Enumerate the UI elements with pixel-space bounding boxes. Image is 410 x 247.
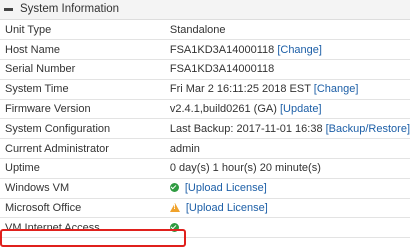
uptime-value: 0 day(s) 1 hour(s) 20 minute(s): [169, 162, 321, 175]
row-value: FSA1KD3A14000118 [Change]: [166, 39, 410, 61]
change-host-name-link[interactable]: [Change]: [277, 44, 322, 56]
panel-header: System Information: [0, 0, 410, 20]
table-row-firmware-version: Firmware Version v2.4.1,build0261 (GA) […: [0, 99, 410, 120]
firmware-version-value: v2.4.1,build0261 (GA): [169, 103, 277, 116]
collapse-icon[interactable]: [4, 5, 13, 14]
row-value: [Upload License]: [166, 198, 410, 219]
upload-license-link-windows-vm[interactable]: [Upload License]: [185, 182, 267, 194]
row-label: Uptime: [0, 158, 167, 179]
serial-number-value: FSA1KD3A14000118: [169, 63, 275, 76]
row-value: Standalone: [166, 20, 410, 41]
row-label: Unit Type: [0, 20, 167, 41]
row-label: System Time: [0, 79, 167, 100]
row-label: VM Internet Access: [0, 217, 167, 239]
unit-type-value: Standalone: [169, 23, 226, 36]
table-row-system-configuration: System Configuration Last Backup: 2017-1…: [0, 118, 410, 140]
row-label: Serial Number: [0, 59, 167, 80]
panel-title: System Information: [20, 3, 120, 15]
table-row-uptime: Uptime 0 day(s) 1 hour(s) 20 minute(s): [0, 158, 410, 179]
table-row-current-administrator: Current Administrator admin: [0, 138, 410, 160]
table-row-system-time: System Time Fri Mar 2 16:11:25 2018 EST …: [0, 79, 410, 100]
change-system-time-link[interactable]: [Change]: [314, 83, 359, 95]
row-value: admin: [166, 138, 410, 160]
table-row-host-name: Host Name FSA1KD3A14000118 [Change]: [0, 39, 410, 61]
table-row-vm-internet-access: VM Internet Access: [0, 217, 410, 239]
system-configuration-value: Last Backup: 2017-11-01 16:38: [169, 122, 323, 135]
table-row-serial-number: Serial Number FSA1KD3A14000118: [0, 59, 410, 80]
row-value: [Upload License]: [166, 178, 410, 199]
backup-restore-link[interactable]: [Backup/Restore]: [326, 123, 410, 135]
update-firmware-link[interactable]: [Update]: [280, 103, 322, 115]
upload-license-link-microsoft-office[interactable]: [Upload License]: [186, 202, 268, 214]
row-value: v2.4.1,build0261 (GA) [Update]: [166, 99, 410, 120]
row-value: FSA1KD3A14000118: [166, 59, 410, 80]
row-value: [166, 217, 410, 239]
row-label: Firmware Version: [0, 99, 167, 120]
row-value: Last Backup: 2017-11-01 16:38 [Backup/Re…: [166, 118, 410, 140]
current-administrator-value: admin: [169, 142, 200, 155]
host-name-value: FSA1KD3A14000118: [169, 43, 275, 56]
check-circle-icon: [169, 222, 179, 232]
row-label: Host Name: [0, 39, 167, 61]
row-label: Windows VM: [0, 178, 167, 199]
warning-triangle-icon: [169, 203, 180, 213]
row-value: 0 day(s) 1 hour(s) 20 minute(s): [166, 158, 410, 179]
row-label: Current Administrator: [0, 138, 167, 160]
table-row-microsoft-office: Microsoft Office [Upload License]: [0, 198, 410, 219]
check-circle-icon: [169, 183, 179, 193]
system-information-panel: System Information Unit Type Standalone …: [0, 0, 410, 247]
table-row-windows-vm: Windows VM [Upload License]: [0, 178, 410, 199]
row-value: Fri Mar 2 16:11:25 2018 EST [Change]: [166, 79, 410, 100]
row-label: System Configuration: [0, 118, 167, 140]
row-label: Microsoft Office: [0, 198, 167, 219]
table-row-unit-type: Unit Type Standalone: [0, 20, 410, 41]
system-info-table: Unit Type Standalone Host Name FSA1KD3A1…: [0, 20, 410, 239]
system-time-value: Fri Mar 2 16:11:25 2018 EST: [169, 83, 311, 96]
